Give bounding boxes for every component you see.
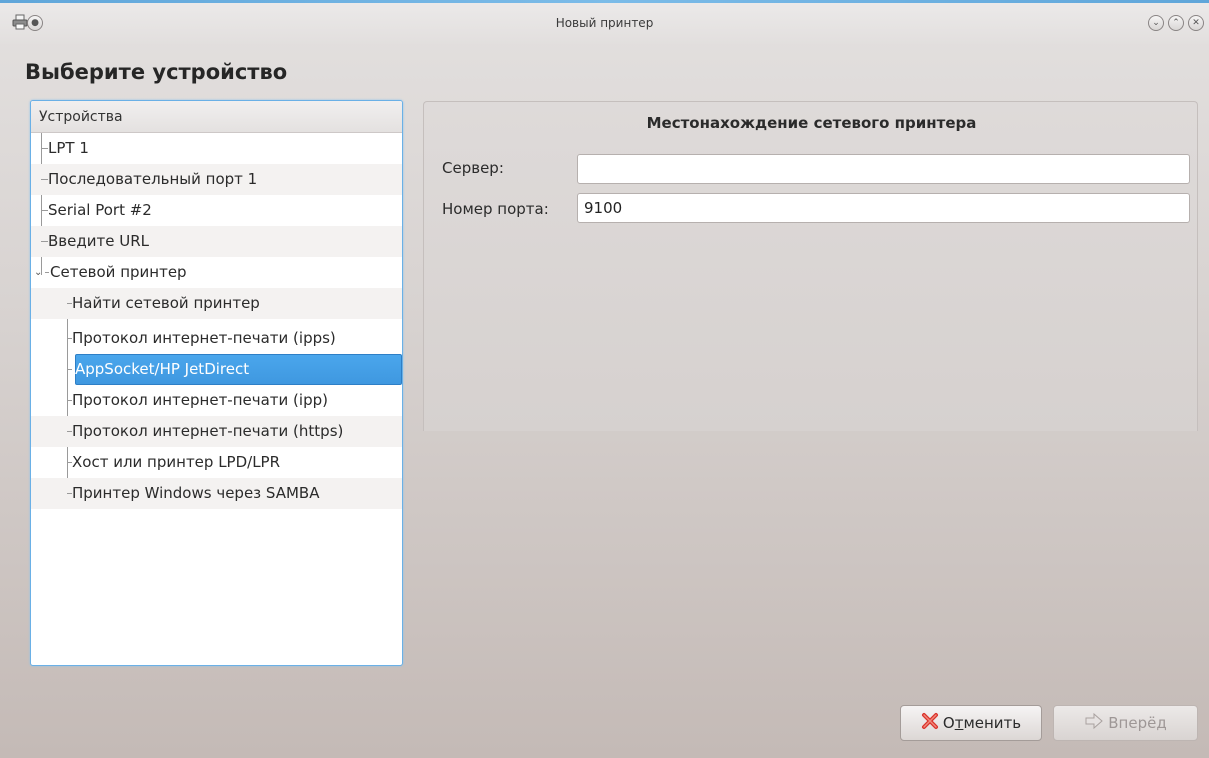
tree-item-find-network-printer[interactable]: Найти сетевой принтер [31,288,402,319]
tree-item-label: Найти сетевой принтер [72,294,260,312]
forward-button[interactable]: Вперёд [1053,705,1198,741]
tree-item-lpt1[interactable]: LPT 1 [31,133,402,164]
port-label: Номер порта: [442,200,549,218]
tree-item-https[interactable]: Протокол интернет-печати (https) [31,416,402,447]
chevron-down-icon[interactable]: ⌄ [34,257,42,288]
tree-item-label: Протокол интернет-печати (ipps) [72,329,336,347]
forward-arrow-icon [1084,712,1104,734]
titlebar-accent [0,0,1209,3]
network-printer-panel: Местонахождение сетевого принтера [423,101,1198,431]
tree-item-label: Протокол интернет-печати (ipp) [72,391,328,409]
port-input[interactable] [577,193,1190,223]
device-tree[interactable]: Устройства LPT 1 Последовательный порт 1… [30,100,403,666]
device-tree-header[interactable]: Устройства [31,101,402,133]
tree-item-appsocket[interactable]: AppSocket/HP JetDirect [31,354,402,385]
tree-item-samba[interactable]: Принтер Windows через SAMBA [31,478,402,509]
cancel-label: Отменить [942,714,1022,732]
window-title: Новый принтер [555,16,654,30]
panel-title: Местонахождение сетевого принтера [646,114,977,132]
tree-item-network-printer[interactable]: ⌄ Сетевой принтер [31,257,402,288]
tree-item-serial-1[interactable]: Последовательный порт 1 [31,164,402,195]
tree-item-label: Сетевой принтер [50,263,187,281]
server-input[interactable] [577,154,1190,184]
tree-item-label: Протокол интернет-печати (https) [72,422,344,440]
minimize-icon[interactable]: ⌄ [1148,15,1164,31]
maximize-icon[interactable]: ⌃ [1168,15,1184,31]
tree-item-enter-url[interactable]: Введите URL [31,226,402,257]
tree-item-lpd-lpr[interactable]: Хост или принтер LPD/LPR [31,447,402,478]
tree-item-label: Принтер Windows через SAMBA [72,484,320,502]
tree-item-ipp[interactable]: Протокол интернет-печати (ipp) [31,385,402,416]
tree-item-serial-2[interactable]: Serial Port #2 [31,195,402,226]
tree-item-label: Serial Port #2 [48,201,152,219]
cancel-icon [921,712,939,734]
forward-label: Вперёд [1108,714,1167,732]
tree-item-label: Хост или принтер LPD/LPR [72,453,281,471]
server-label: Сервер: [442,159,504,177]
tree-item-ipps[interactable]: Протокол интернет-печати (ipps) [31,323,402,354]
close-icon[interactable]: ✕ [1188,15,1204,31]
tree-item-label: LPT 1 [48,139,89,157]
window-titlebar: ● Новый принтер ⌄ ⌃ ✕ [0,0,1209,44]
tree-item-label: Введите URL [48,232,149,250]
tree-item-label: Последовательный порт 1 [48,170,258,188]
cancel-button[interactable]: Отменить [900,705,1042,741]
tree-item-label: AppSocket/HP JetDirect [75,360,250,378]
page-heading: Выберите устройство [25,60,288,84]
